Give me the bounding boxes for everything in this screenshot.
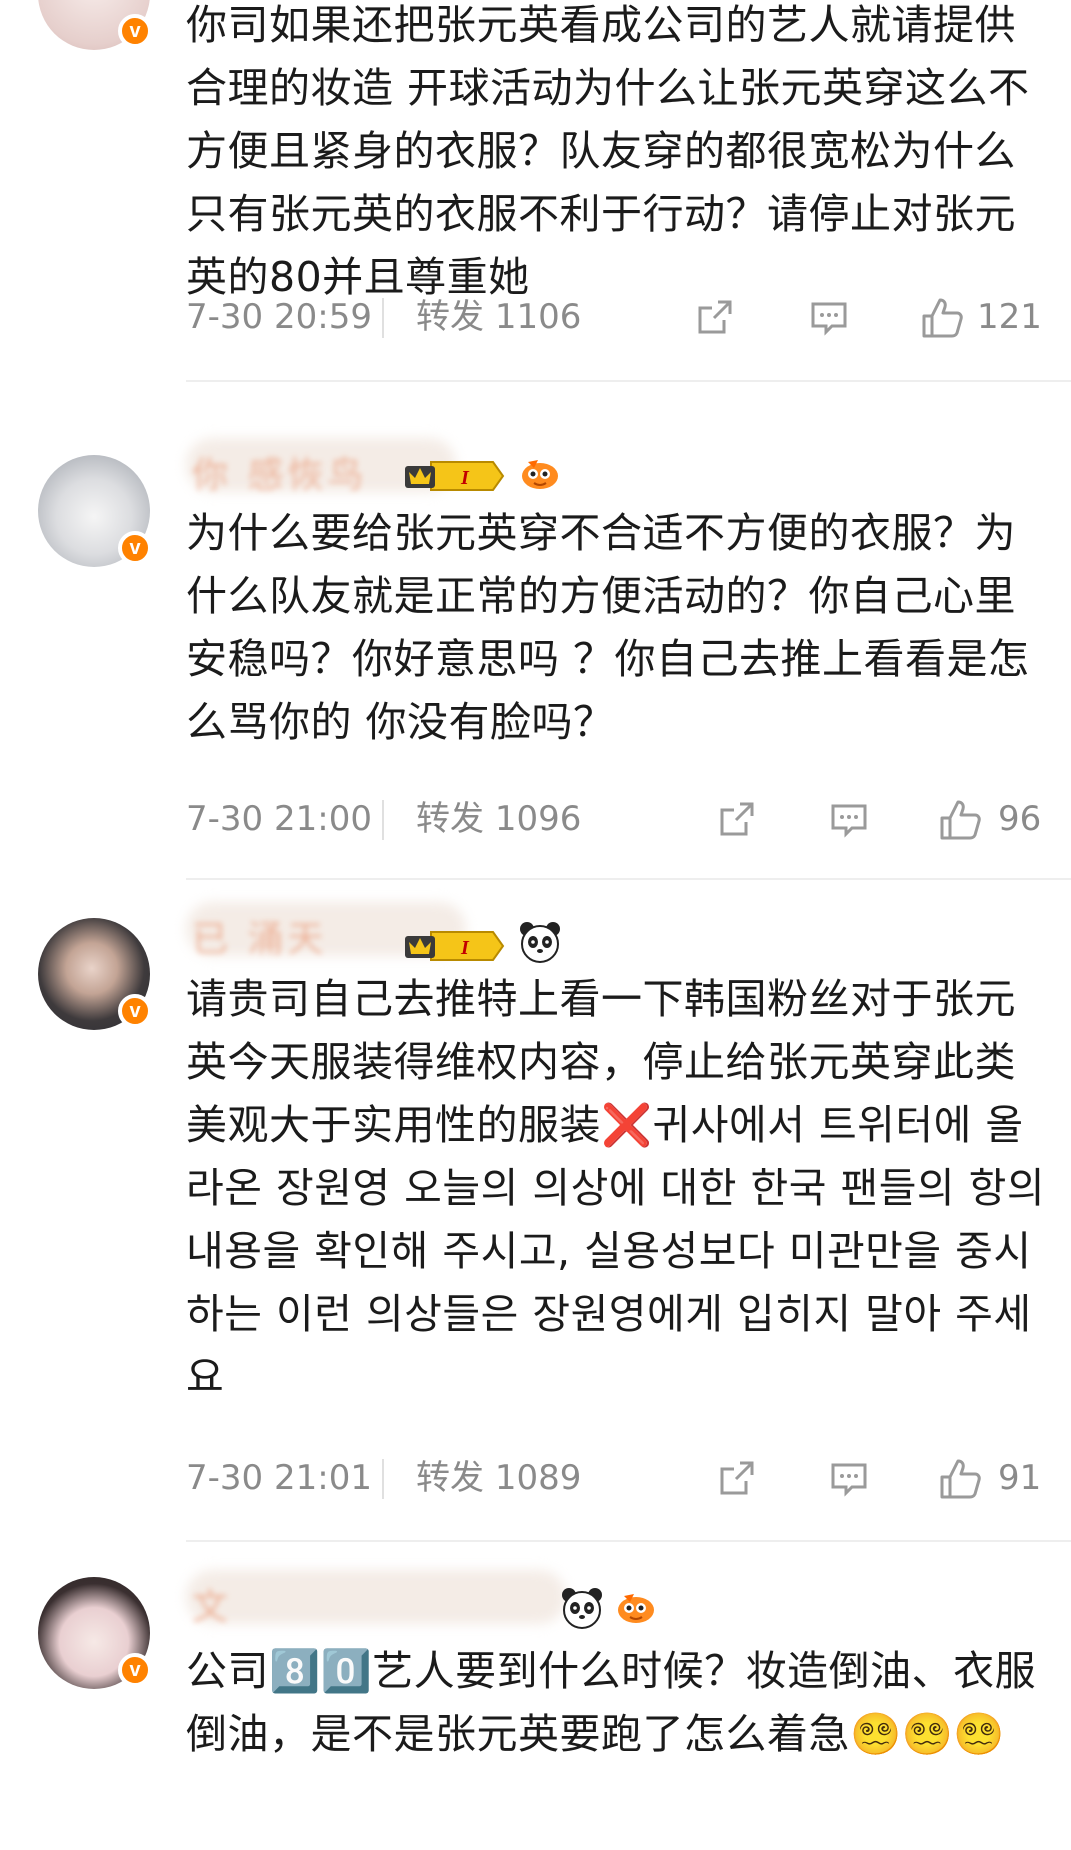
thumbs-up-icon[interactable] — [938, 1457, 982, 1501]
comment-meta: 7-30 20:59 转发 1106 121 — [186, 292, 1046, 342]
comment-icon[interactable] — [828, 1457, 870, 1499]
share-icon[interactable] — [716, 798, 758, 840]
comment-meta: 7-30 21:00 转发 1096 96 — [186, 794, 1046, 844]
verified-v-icon: v — [118, 1653, 152, 1687]
panda-icon — [520, 922, 560, 963]
divider — [186, 1540, 1071, 1542]
comment-meta: 7-30 21:01 转发 1089 91 — [186, 1453, 1046, 1503]
level-badge: I — [405, 461, 505, 491]
comment-text: 请贵司自己去推特上看一下韩国粉丝对于张元英今天服装得维权内容，停止给张元英穿此类… — [186, 975, 1059, 1401]
username[interactable]: 已 涌天 I — [186, 902, 566, 963]
comment-text: 为什么要给张元英穿不合适不方便的衣服？为什么队友就是正常的方便活动的？你自己心里… — [186, 509, 1030, 746]
avatar[interactable]: v — [38, 0, 152, 50]
divider — [186, 878, 1071, 880]
username[interactable]: 你 感恢鸟 I — [186, 438, 566, 498]
svg-text:I: I — [460, 467, 470, 489]
meta-divider — [382, 800, 384, 840]
comment-icon[interactable] — [828, 798, 870, 840]
avatar[interactable]: v — [38, 918, 152, 1030]
verified-v-icon: v — [118, 994, 152, 1028]
panda-icon — [562, 1588, 602, 1629]
level-badge: I — [405, 931, 505, 961]
fish-icon — [618, 1594, 654, 1623]
like-count: 121 — [977, 297, 1042, 337]
thumbs-up-icon[interactable] — [920, 296, 964, 340]
svg-text:I: I — [460, 937, 470, 959]
divider — [186, 380, 1071, 382]
comment-text: 你司如果还把张元英看成公司的艺人就请提供合理的妆造 开球活动为什么让张元英穿这么… — [186, 1, 1030, 301]
comment-time: 7-30 20:59 — [186, 297, 372, 337]
fish-icon — [522, 460, 558, 489]
comment-text: 公司8️⃣0️⃣艺人要到什么时候？妆造倒油、衣服倒油，是不是张元英要跑了怎么着急… — [186, 1647, 1037, 1758]
share-icon[interactable] — [694, 296, 736, 338]
comment-list: v 你司如果还把张元英看成公司的艺人就请提供合理的妆造 开球活动为什么让张元英穿… — [0, 0, 1071, 1850]
comment-time: 7-30 21:00 — [186, 799, 372, 839]
avatar[interactable]: v — [38, 455, 152, 567]
comment-icon[interactable] — [808, 296, 850, 338]
like-count: 96 — [998, 799, 1042, 839]
meta-divider — [382, 298, 384, 338]
meta-divider — [382, 1459, 384, 1499]
comment-time: 7-30 21:01 — [186, 1458, 372, 1498]
username[interactable]: 文 — [186, 1570, 654, 1630]
verified-v-icon: v — [118, 14, 152, 48]
like-count: 91 — [998, 1458, 1042, 1498]
repost-count[interactable]: 转发 1096 — [416, 794, 581, 844]
share-icon[interactable] — [716, 1457, 758, 1499]
thumbs-up-icon[interactable] — [938, 798, 982, 842]
repost-count[interactable]: 转发 1089 — [416, 1453, 581, 1503]
verified-v-icon: v — [118, 531, 152, 565]
repost-count[interactable]: 转发 1106 — [416, 292, 581, 342]
avatar[interactable]: v — [38, 1577, 152, 1689]
